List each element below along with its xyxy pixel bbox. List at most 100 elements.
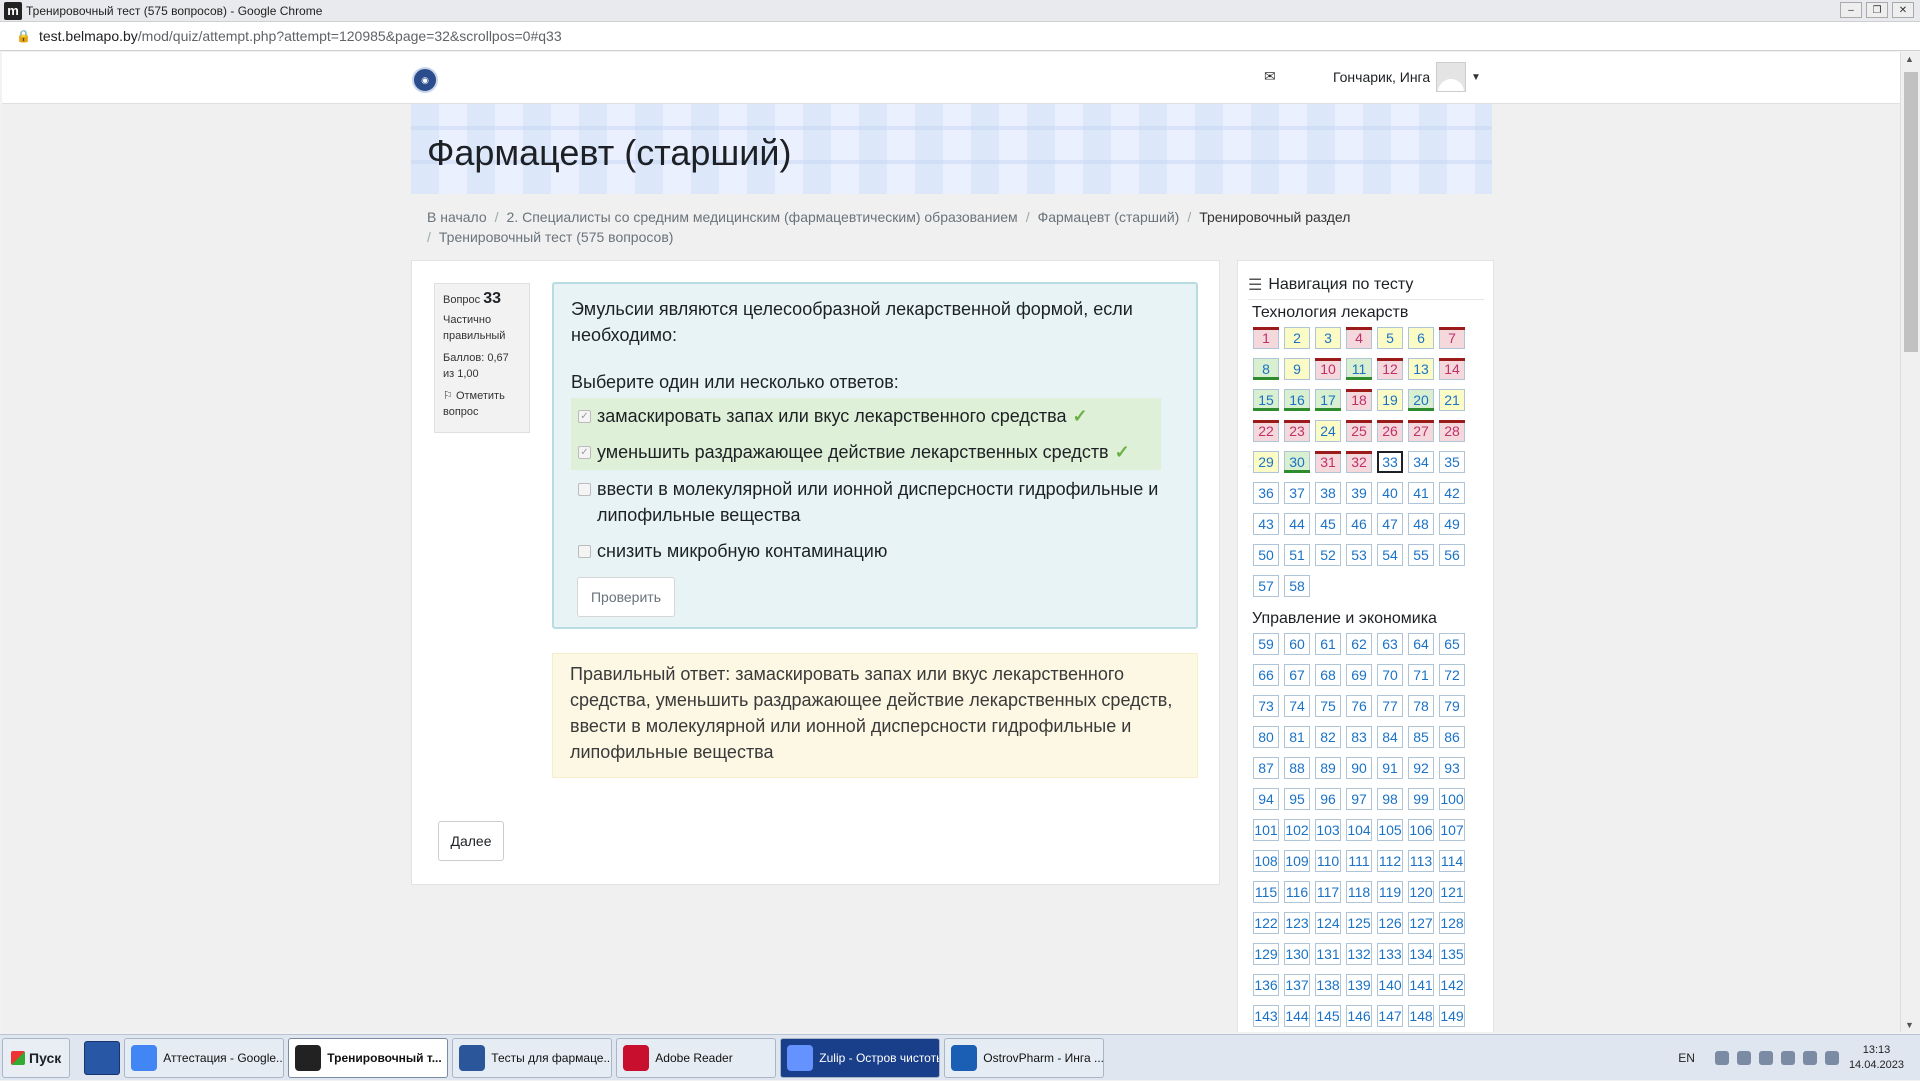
nav-question-button[interactable]: 15 (1253, 389, 1279, 411)
nav-question-button[interactable]: 2 (1284, 327, 1310, 349)
nav-question-button[interactable]: 84 (1377, 726, 1403, 748)
nav-question-button[interactable]: 86 (1439, 726, 1465, 748)
taskbar-task-button[interactable]: Тесты для фармаце... (452, 1037, 613, 1078)
maximize-button[interactable]: ❐ (1866, 2, 1888, 18)
nav-question-button[interactable]: 22 (1253, 420, 1279, 442)
nav-question-button[interactable]: 135 (1439, 943, 1465, 965)
nav-question-button[interactable]: 72 (1439, 664, 1465, 686)
nav-question-button[interactable]: 102 (1284, 819, 1310, 841)
nav-question-button[interactable]: 62 (1346, 633, 1372, 655)
nav-question-button[interactable]: 141 (1408, 974, 1434, 996)
nav-question-button[interactable]: 63 (1377, 633, 1403, 655)
nav-question-button[interactable]: 1 (1253, 327, 1279, 349)
answer-option-2[interactable]: ✓ уменьшить раздражающее действие лекарс… (571, 434, 1161, 470)
nav-question-button[interactable]: 89 (1315, 757, 1341, 779)
vertical-scrollbar[interactable]: ▲ ▼ (1900, 52, 1920, 1032)
nav-question-button[interactable]: 42 (1439, 482, 1465, 504)
nav-question-button[interactable]: 52 (1315, 544, 1341, 566)
nav-question-button[interactable]: 129 (1253, 943, 1279, 965)
nav-question-button[interactable]: 76 (1346, 695, 1372, 717)
nav-question-button[interactable]: 99 (1408, 788, 1434, 810)
answer-checkbox[interactable] (578, 483, 591, 496)
breadcrumb-item-course[interactable]: Фармацевт (старший) (1038, 209, 1180, 225)
nav-question-button[interactable]: 18 (1346, 389, 1372, 411)
messages-icon[interactable]: ✉ (1264, 68, 1280, 84)
nav-question-button[interactable]: 79 (1439, 695, 1465, 717)
nav-question-button[interactable]: 40 (1377, 482, 1403, 504)
nav-question-button[interactable]: 147 (1377, 1005, 1403, 1027)
nav-question-button[interactable]: 12 (1377, 358, 1403, 380)
scrollbar-thumb[interactable] (1904, 72, 1918, 352)
nav-question-button[interactable]: 108 (1253, 850, 1279, 872)
nav-question-button[interactable]: 45 (1315, 513, 1341, 535)
volume-icon[interactable] (1758, 1051, 1773, 1065)
nav-question-button[interactable]: 35 (1439, 451, 1465, 473)
nav-question-button[interactable]: 116 (1284, 881, 1310, 903)
nav-question-button[interactable]: 97 (1346, 788, 1372, 810)
nav-question-button[interactable]: 32 (1346, 451, 1372, 473)
nav-question-button[interactable]: 149 (1439, 1005, 1465, 1027)
nav-question-button[interactable]: 85 (1408, 726, 1434, 748)
nav-question-button[interactable]: 56 (1439, 544, 1465, 566)
nav-question-button[interactable]: 112 (1377, 850, 1403, 872)
nav-question-button[interactable]: 16 (1284, 389, 1310, 411)
nav-question-button[interactable]: 58 (1284, 575, 1310, 597)
nav-question-button[interactable]: 70 (1377, 664, 1403, 686)
nav-question-button[interactable]: 23 (1284, 420, 1310, 442)
minimize-button[interactable]: – (1840, 2, 1862, 18)
nav-question-button[interactable]: 88 (1284, 757, 1310, 779)
nav-question-button[interactable]: 6 (1408, 327, 1434, 349)
nav-question-button[interactable]: 105 (1377, 819, 1403, 841)
nav-question-button[interactable]: 7 (1439, 327, 1465, 349)
nav-question-button[interactable]: 50 (1253, 544, 1279, 566)
nav-question-button[interactable]: 127 (1408, 912, 1434, 934)
answer-checkbox-checked[interactable]: ✓ (578, 446, 591, 459)
nav-question-button[interactable]: 130 (1284, 943, 1310, 965)
taskbar-task-button[interactable]: Аттестация - Google... (124, 1037, 285, 1078)
nav-question-button[interactable]: 11 (1346, 358, 1372, 380)
nav-question-button[interactable]: 20 (1408, 389, 1434, 411)
nav-question-button[interactable]: 87 (1253, 757, 1279, 779)
nav-question-button[interactable]: 126 (1377, 912, 1403, 934)
nav-question-button[interactable]: 8 (1253, 358, 1279, 380)
nav-question-button[interactable]: 110 (1315, 850, 1341, 872)
nav-question-button[interactable]: 5 (1377, 327, 1403, 349)
nav-question-button[interactable]: 103 (1315, 819, 1341, 841)
start-button[interactable]: Пуск (2, 1037, 71, 1078)
answer-option-1[interactable]: ✓ замаскировать запах или вкус лекарстве… (571, 398, 1161, 434)
save-icon[interactable] (84, 1040, 121, 1075)
taskbar-task-button[interactable]: Тренировочный т... (288, 1037, 449, 1078)
breadcrumb-item-section[interactable]: Тренировочный раздел (1199, 209, 1350, 225)
nav-question-button[interactable]: 133 (1377, 943, 1403, 965)
nav-question-button[interactable]: 122 (1253, 912, 1279, 934)
address-bar[interactable]: 🔒 test.belmapo.by/mod/quiz/attempt.php?a… (0, 22, 1920, 51)
nav-question-button[interactable]: 98 (1377, 788, 1403, 810)
nav-question-button[interactable]: 82 (1315, 726, 1341, 748)
nav-question-button[interactable]: 49 (1439, 513, 1465, 535)
taskbar-task-button[interactable]: OstrovPharm - Инга ... (944, 1037, 1105, 1078)
nav-question-button[interactable]: 94 (1253, 788, 1279, 810)
nav-question-button[interactable]: 54 (1377, 544, 1403, 566)
nav-question-button[interactable]: 65 (1439, 633, 1465, 655)
nav-question-button[interactable]: 74 (1284, 695, 1310, 717)
language-indicator[interactable]: EN (1678, 1051, 1695, 1065)
nav-question-button[interactable]: 14 (1439, 358, 1465, 380)
nav-question-button[interactable]: 21 (1439, 389, 1465, 411)
nav-question-button[interactable]: 3 (1315, 327, 1341, 349)
nav-question-button[interactable]: 124 (1315, 912, 1341, 934)
scroll-up-icon[interactable]: ▲ (1905, 54, 1914, 64)
nav-question-button[interactable]: 140 (1377, 974, 1403, 996)
answer-option-4[interactable]: снизить микробную контаминацию (571, 538, 1161, 564)
nav-question-button[interactable]: 137 (1284, 974, 1310, 996)
breadcrumb-item-home[interactable]: В начало (427, 209, 487, 225)
nav-question-button[interactable]: 134 (1408, 943, 1434, 965)
nav-question-button[interactable]: 104 (1346, 819, 1372, 841)
nav-question-button[interactable]: 136 (1253, 974, 1279, 996)
nav-question-button[interactable]: 71 (1408, 664, 1434, 686)
tray-app-icon[interactable] (1802, 1051, 1817, 1065)
nav-question-button[interactable]: 106 (1408, 819, 1434, 841)
nav-question-button[interactable]: 10 (1315, 358, 1341, 380)
tray-app-icon[interactable] (1714, 1051, 1729, 1065)
nav-question-button[interactable]: 69 (1346, 664, 1372, 686)
nav-question-button[interactable]: 36 (1253, 482, 1279, 504)
